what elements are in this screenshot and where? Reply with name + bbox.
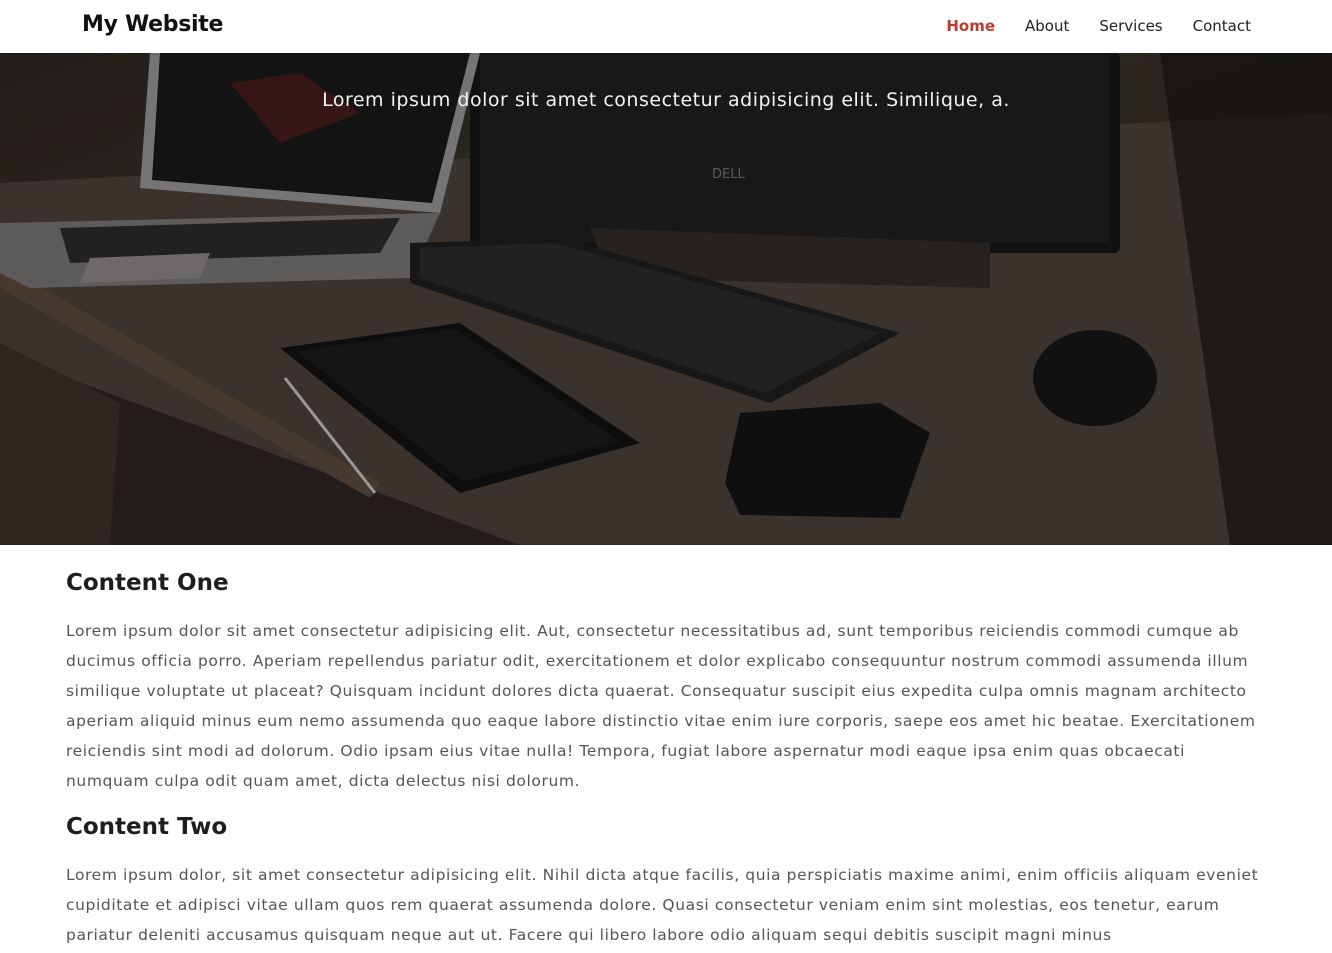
content-section-one: Content One Lorem ipsum dolor sit amet c… [66, 570, 1266, 796]
nav-link-services[interactable]: Services [1099, 17, 1162, 35]
section-body: Lorem ipsum dolor sit amet consectetur a… [66, 622, 1256, 790]
main-nav: Home About Services Contact [916, 17, 1251, 35]
section-title: Content Two [66, 814, 228, 840]
site-header: My Website Home About Services Contact [0, 0, 1332, 53]
content-section-two: Content Two Lorem ipsum dolor, sit amet … [66, 814, 1266, 950]
nav-link-contact[interactable]: Contact [1193, 17, 1251, 35]
section-title: Content One [66, 570, 229, 596]
nav-link-about[interactable]: About [1025, 17, 1069, 35]
hero-subtitle: Lorem ipsum dolor sit amet consectetur a… [322, 89, 1010, 111]
hero-overlay [0, 53, 1332, 545]
nav-link-home[interactable]: Home [946, 17, 995, 35]
main-content: Content One Lorem ipsum dolor sit amet c… [66, 545, 1266, 950]
section-body: Lorem ipsum dolor, sit amet consectetur … [66, 866, 1259, 944]
hero-banner: DELL Lorem ipsum dolor sit amet consecte… [0, 53, 1332, 545]
site-brand-link[interactable]: My Website [82, 12, 223, 37]
